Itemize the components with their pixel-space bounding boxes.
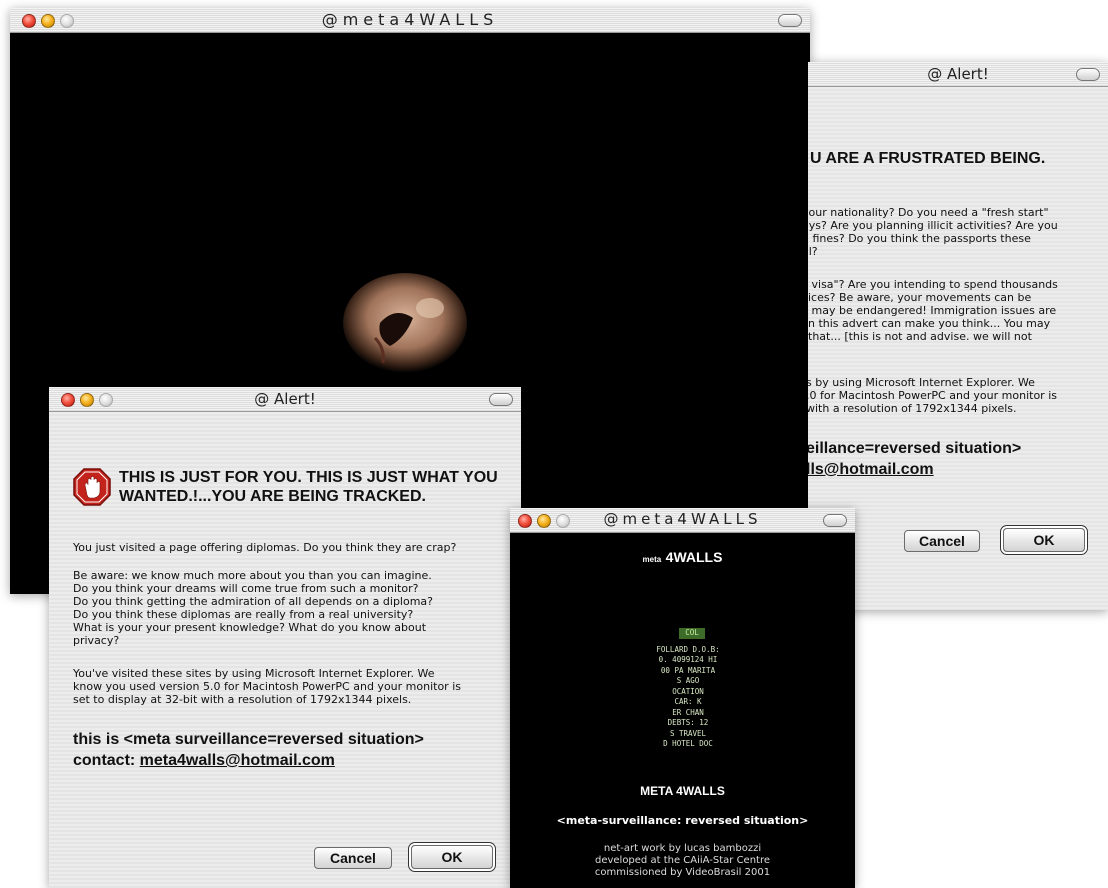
alert-back-heading: U ARE A FRUSTRATED BEING. xyxy=(810,150,1046,167)
keyhole-line: DEBTS: 12 xyxy=(667,718,709,727)
toolbar-toggle-button[interactable] xyxy=(823,514,847,527)
alert-front-title: @ Alert! xyxy=(254,390,316,408)
credits-line-1: net-art work by lucas bambozzi xyxy=(603,843,762,854)
toolbar-toggle-button[interactable] xyxy=(778,14,802,27)
logo-big-text: 4WALLS xyxy=(665,549,723,565)
keyhole-line: CAR: K xyxy=(674,697,702,706)
credits: net-art work by lucas bambozzi developed… xyxy=(510,843,855,879)
ok-button[interactable]: OK xyxy=(1003,528,1085,552)
alert-back-paragraph-1: your nationality? Do you need a "fresh s… xyxy=(808,206,1058,258)
window-title: @meta4WALLS xyxy=(321,10,499,29)
alert-front-paragraph-1: You just visited a page offering diploma… xyxy=(73,541,457,554)
alert-front-heading-2: WANTED.!...YOU ARE BEING TRACKED. xyxy=(119,488,426,505)
logo: meta 4WALLS xyxy=(510,549,855,567)
small-window: @meta4WALLS meta 4WALLS COL FOLLARD D.O.… xyxy=(510,508,855,888)
alert-window-front: @ Alert! THIS IS JUST FOR YOU. THIS IS J… xyxy=(49,387,521,888)
brand-label: META 4WALLS xyxy=(640,784,725,798)
keyhole-line: D HOTEL DOC xyxy=(663,739,713,748)
small-window-content: meta 4WALLS COL FOLLARD D.O.B: 0. 409912… xyxy=(510,533,855,888)
alert-front-paragraph-2: Be aware: we know much more about you th… xyxy=(73,569,434,647)
alert-back-paragraph-2: visa"? Are you intending to spend thousa… xyxy=(808,278,1058,343)
toolbar-toggle-button[interactable] xyxy=(1076,68,1100,81)
tagline: <meta-surveillance: reversed situation> xyxy=(556,814,809,827)
keyhole-line: 0. 4099124 HI xyxy=(658,655,718,664)
keyhole-line: 00 PA MARITA xyxy=(660,665,716,675)
alert-front-titlebar[interactable]: @ Alert! xyxy=(49,387,521,412)
keyhole-line: S AGO xyxy=(676,676,700,685)
keyhole-line: OCATION xyxy=(672,686,704,696)
alert-back-titlebar[interactable]: @ Alert! xyxy=(808,62,1108,87)
eye-image xyxy=(343,273,467,373)
credits-line-2: developed at the CAiiA-Star Centre xyxy=(594,855,771,866)
main-titlebar[interactable]: @meta4WALLS xyxy=(10,8,810,33)
keyhole-line: FOLLARD D.O.B: xyxy=(656,644,720,654)
keyhole-line: S TRAVEL xyxy=(669,728,707,738)
small-window-title: @meta4WALLS xyxy=(603,510,762,528)
contact-email-link[interactable]: meta4walls@hotmail.com xyxy=(140,752,335,769)
keyhole-line: ER CHAN xyxy=(672,707,704,717)
alert-back-email-link[interactable]: lls@hotmail.com xyxy=(808,461,934,478)
logo-small-text: meta xyxy=(642,555,662,564)
cancel-button[interactable]: Cancel xyxy=(904,530,980,552)
cancel-button[interactable]: Cancel xyxy=(314,847,392,869)
alert-back-paragraph-3: s by using Microsoft Internet Explorer. … xyxy=(808,376,1057,415)
alert-front-paragraph-3: You've visited these sites by using Micr… xyxy=(73,667,461,706)
keyhole-graphic: COL FOLLARD D.O.B: 0. 4099124 HI 00 PA M… xyxy=(643,628,733,788)
ok-button[interactable]: OK xyxy=(411,845,493,869)
alert-front-heading-1: THIS IS JUST FOR YOU. THIS IS JUST WHAT … xyxy=(119,469,498,486)
alert-front-meta-line: this is <meta surveillance=reversed situ… xyxy=(73,731,424,748)
alert-back-email-line: lls@hotmail.com xyxy=(808,459,934,480)
alert-front-contact-line: contact: meta4walls@hotmail.com xyxy=(73,750,335,771)
alert-back-title: @ Alert! xyxy=(927,65,989,83)
contact-label: contact: xyxy=(73,752,140,769)
credits-line-3: commissioned by VideoBrasil 2001 xyxy=(594,867,771,878)
small-titlebar[interactable]: @meta4WALLS xyxy=(510,508,855,533)
keyhole-tab: COL xyxy=(679,628,705,639)
alert-back-meta-line: eillance=reversed situation> xyxy=(808,440,1022,457)
stop-hand-icon xyxy=(73,468,111,506)
alert-front-body: THIS IS JUST FOR YOU. THIS IS JUST WHAT … xyxy=(49,412,521,888)
toolbar-toggle-button[interactable] xyxy=(489,393,513,406)
